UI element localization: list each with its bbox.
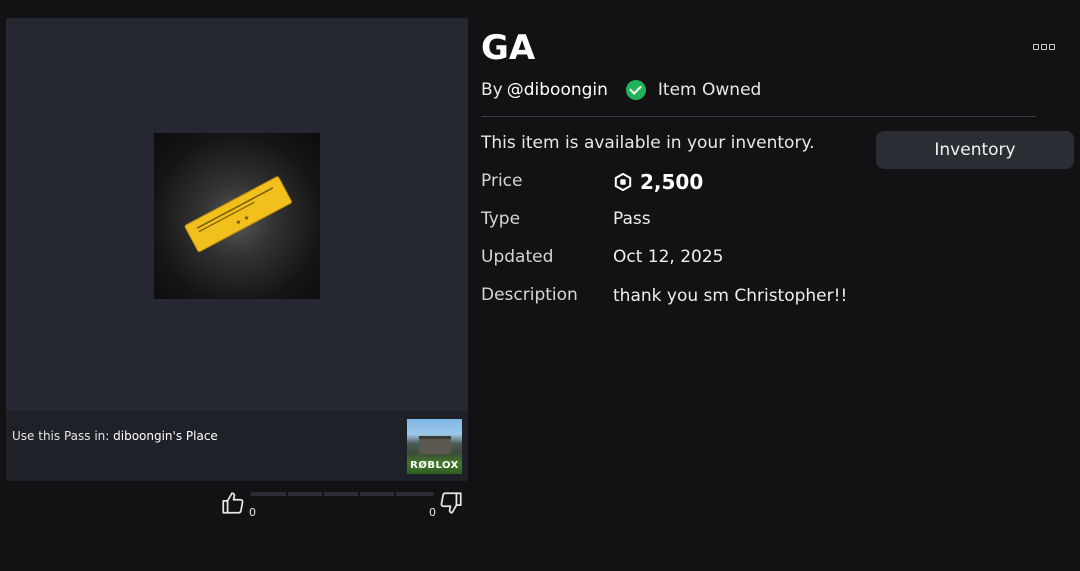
price-label: Price (481, 171, 523, 191)
availability-text: This item is available in your inventory… (481, 133, 815, 153)
divider (481, 116, 1036, 117)
owned-status: Item Owned (657, 80, 762, 100)
type-value: Pass (613, 209, 651, 229)
robux-icon (614, 173, 632, 191)
thumbs-down-icon[interactable] (438, 490, 464, 516)
thumbs-up-icon[interactable] (220, 490, 246, 516)
more-options-icon[interactable] (1033, 42, 1055, 52)
pass-usage-text: Use this Pass in: diboongin's Place (12, 429, 218, 443)
pass-usage-prefix: Use this Pass in: (12, 429, 110, 443)
creator-link[interactable]: @diboongin (507, 80, 608, 100)
upvote-count: 0 (249, 506, 256, 519)
place-thumbnail-house (419, 436, 451, 454)
vote-row: 0 0 (218, 488, 468, 520)
place-link[interactable]: diboongin's Place (113, 429, 218, 443)
item-thumbnail-panel: ✦ ✦ Use this Pass in: diboongin's Place … (6, 18, 468, 481)
price-value: 2,500 (614, 170, 703, 194)
updated-value: Oct 12, 2025 (613, 247, 724, 267)
type-label: Type (481, 209, 521, 229)
description-value: thank you sm Christopher!! (613, 286, 848, 306)
description-label: Description (481, 285, 578, 305)
pass-usage-footer: Use this Pass in: diboongin's Place RØBL… (6, 410, 468, 481)
downvote-count: 0 (429, 506, 436, 519)
place-thumbnail[interactable]: RØBLOX (407, 419, 462, 474)
price-amount: 2,500 (640, 170, 704, 194)
by-prefix: By (481, 80, 503, 100)
check-circle-icon (625, 80, 646, 100)
item-title: GA (481, 28, 536, 68)
roblox-logo: RØBLOX (410, 460, 459, 471)
creator-byline: By @diboongin Item Owned (481, 80, 761, 100)
inventory-button[interactable]: Inventory (876, 131, 1074, 169)
vote-ratio-bar (250, 492, 434, 496)
pass-ticket-icon: ✦ ✦ (184, 176, 292, 253)
item-thumbnail: ✦ ✦ (154, 133, 320, 299)
updated-label: Updated (481, 247, 554, 267)
